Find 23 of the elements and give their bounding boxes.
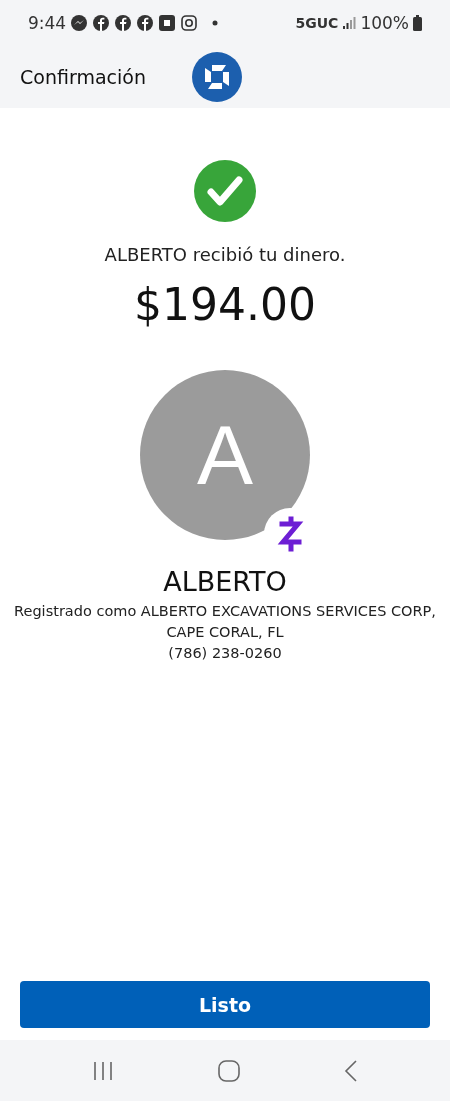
instagram-icon	[180, 14, 199, 32]
network-label: 5GUC	[295, 15, 339, 31]
registered-name: Registrado como ALBERTO EXCAVATIONS SERVICES CORP,	[14, 602, 436, 621]
screen-title: Confirmación	[20, 66, 146, 88]
facebook-icon	[136, 14, 155, 32]
success-check-icon	[194, 160, 256, 222]
recipient-location: CAPE CORAL, FL	[166, 623, 284, 642]
signal-icon	[342, 16, 357, 30]
recipient-name: ALBERTO	[163, 566, 287, 597]
home-icon[interactable]	[218, 1059, 240, 1082]
facebook-icon	[92, 14, 111, 32]
recipient-phone: (786) 238-0260	[168, 644, 282, 663]
amount: $194.00	[134, 279, 316, 330]
messenger-icon	[70, 14, 89, 32]
battery-icon	[413, 15, 422, 31]
battery-percent: 100%	[360, 13, 409, 33]
confirmation-message: ALBERTO recibió tu dinero.	[104, 244, 346, 265]
facebook-icon	[114, 14, 133, 32]
recent-apps-icon[interactable]	[92, 1060, 114, 1081]
back-icon[interactable]	[344, 1059, 358, 1082]
done-button[interactable]: Listo	[20, 981, 430, 1028]
avatar-initial: A	[197, 406, 253, 504]
status-time: 9:44	[28, 13, 67, 33]
